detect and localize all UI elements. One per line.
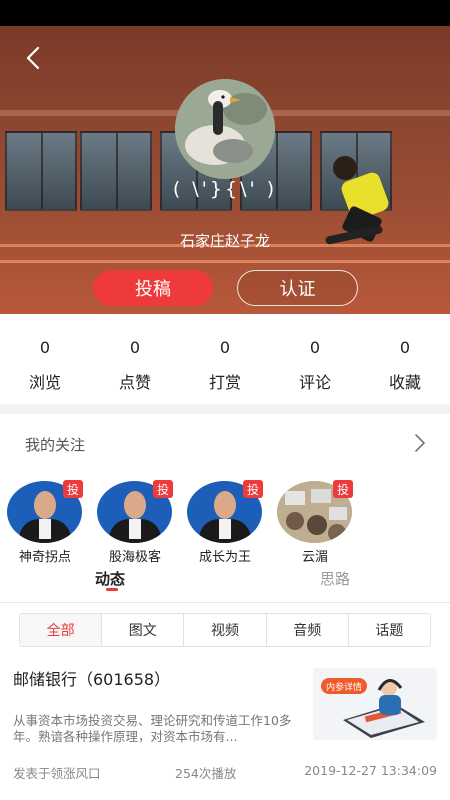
stat-label: 浏览 [28,373,61,392]
stat-likes[interactable]: 0 点赞 [90,314,180,404]
stats-row: 0 浏览 0 点赞 0 打赏 0 评论 0 收藏 [0,314,450,404]
filter-topic[interactable]: 话题 [349,614,430,646]
following-more-button[interactable] [410,432,430,454]
filter-all[interactable]: 全部 [20,614,103,646]
article-timestamp: 2019-12-27 13:34:09 [304,763,437,778]
article-thumbnail[interactable]: 内参详情 [313,668,437,740]
article-source: 发表于领涨风口 [13,766,101,781]
stat-value: 0 [219,338,231,357]
goose-avatar-image [175,79,275,179]
tabs-divider [0,602,450,603]
contributor-badge: 投 [333,480,353,498]
contributor-badge: 投 [63,480,83,498]
filter-audio[interactable]: 音频 [267,614,349,646]
content-filter-bar: 全部 图文 视频 音频 话题 [19,613,431,647]
filter-video[interactable]: 视频 [184,614,267,646]
article-excerpt: 从事资本市场投资交易、理论研究和传道工作10多年。熟谙各种操作原理，对资本市场有… [13,713,292,744]
section-divider [0,404,450,414]
article-card[interactable]: 邮储银行（601658） 从事资本市场投资交易、理论研究和传道工作10多年。熟谙… [0,656,450,800]
stat-value: 0 [399,338,411,357]
tab-thought[interactable]: 思路 [320,568,350,589]
stat-tips[interactable]: 0 打赏 [180,314,270,404]
contributor-badge: 投 [153,480,173,498]
status-bar [0,0,450,26]
phone-illustration-image [343,679,425,738]
following-title: 我的关注 [25,436,86,454]
tab-dynamic[interactable]: 动态 [95,568,125,589]
feed-tabs: 动态 思路 [0,566,450,602]
stat-comments[interactable]: 0 评论 [270,314,360,404]
chevron-left-icon [26,46,40,70]
stat-favorites[interactable]: 0 收藏 [360,314,450,404]
following-name: 云湄 [301,550,328,565]
stat-value: 0 [309,338,321,357]
stat-views[interactable]: 0 浏览 [0,314,90,404]
certify-button[interactable]: 认证 [237,270,358,306]
profile-location: 石家庄赵子龙 [179,232,270,250]
following-name: 股海极客 [108,550,161,565]
stat-label: 评论 [298,373,331,392]
article-title: 邮储银行（601658） [13,670,171,689]
filter-image-text[interactable]: 图文 [102,614,185,646]
contributor-badge: 投 [243,480,263,498]
background-rail [0,260,450,263]
following-list: 投 神奇拐点 投 股海极客 投 成长为王 投 云湄 [0,474,450,566]
stat-value: 0 [39,338,51,357]
stat-label: 收藏 [388,373,421,392]
chevron-right-icon [415,434,425,452]
avatar[interactable] [175,79,275,179]
active-tab-indicator [106,588,118,591]
stat-label: 点赞 [118,373,151,392]
stat-value: 0 [129,338,141,357]
following-header[interactable]: 我的关注 [0,414,450,474]
back-button[interactable] [20,44,48,72]
stat-label: 打赏 [208,373,241,392]
article-meta: 发表于领涨风口 254次播放 2019-12-27 13:34:09 [13,763,437,781]
following-name: 神奇拐点 [18,550,71,565]
profile-nickname: ( \'}{\' ) [172,178,278,200]
following-name: 成长为王 [198,550,251,565]
skater-figure [333,156,357,180]
contribute-button[interactable]: 投稿 [93,270,213,306]
article-play-count: 254次播放 [175,766,237,781]
